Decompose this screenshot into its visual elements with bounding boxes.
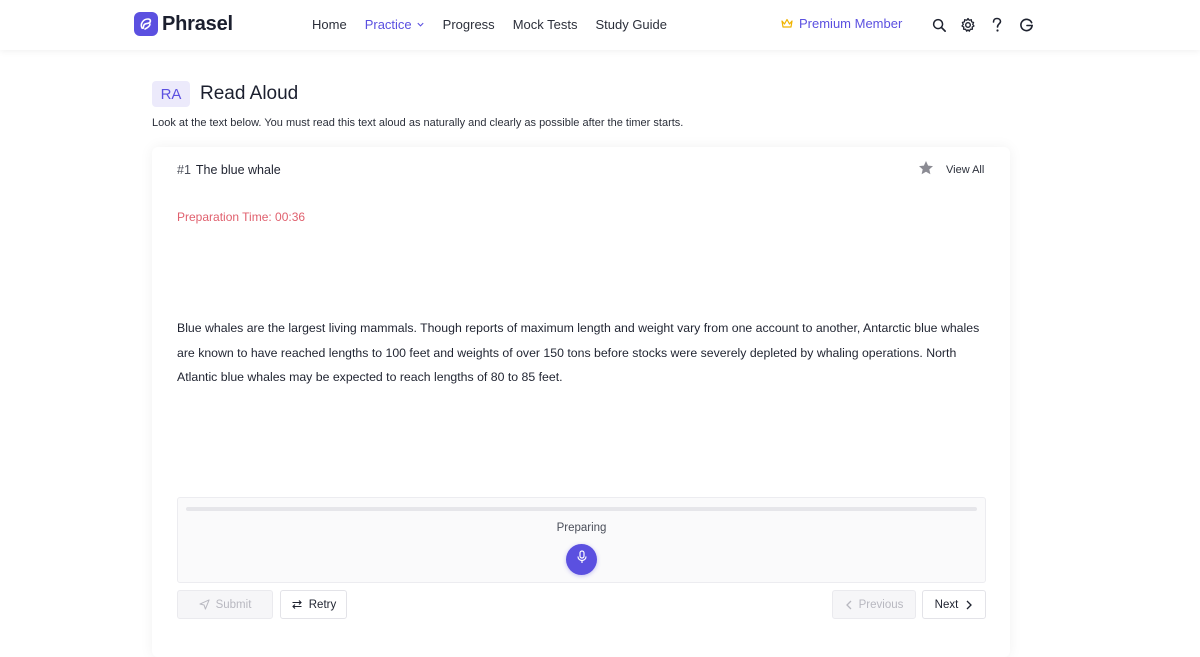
chevron-down-icon — [416, 16, 425, 34]
nav-practice[interactable]: Practice — [365, 16, 425, 34]
app-name: Phrasel — [162, 12, 233, 35]
crown-icon — [781, 18, 793, 29]
question-heading: #1 The blue whale — [177, 163, 281, 177]
question-card: #1 The blue whale View All Preparation Ti… — [152, 147, 1010, 657]
next-label: Next — [934, 598, 959, 611]
recording-progress-bar — [186, 507, 977, 511]
question-number: #1 — [177, 163, 191, 177]
nav-icons — [930, 15, 1046, 35]
view-all-link[interactable]: View All — [946, 164, 984, 176]
star-icon[interactable] — [918, 160, 934, 181]
submit-button[interactable]: Submit — [177, 590, 273, 619]
nav-practice-label: Practice — [364, 17, 412, 32]
help-icon[interactable] — [988, 15, 1006, 35]
task-type-badge: RA — [152, 81, 190, 107]
previous-button[interactable]: Previous — [832, 590, 916, 619]
recorder-panel: Preparing — [177, 497, 986, 583]
logo[interactable]: Phrasel — [134, 12, 233, 36]
send-icon — [199, 599, 210, 610]
preparation-timer: Preparation Time: 00:36 — [177, 210, 306, 224]
recorder-status: Preparing — [556, 522, 607, 534]
question-title: The blue whale — [195, 163, 281, 177]
retry-icon — [291, 599, 303, 610]
retry-label: Retry — [308, 598, 337, 611]
nav-mock-tests[interactable]: Mock Tests — [513, 16, 578, 34]
page-title: Read Aloud — [200, 83, 299, 104]
nav-progress[interactable]: Progress — [443, 16, 495, 34]
premium-member-link[interactable]: Premium Member — [781, 16, 902, 31]
top-nav: Phrasel Home Practice Progress Mock Test… — [0, 0, 1200, 50]
chevron-right-icon — [965, 600, 973, 610]
nav-home[interactable]: Home — [312, 16, 347, 34]
retry-button[interactable]: Retry — [280, 590, 347, 619]
microphone-button[interactable] — [566, 544, 597, 575]
search-icon[interactable] — [930, 15, 948, 35]
nav-links: Home Practice Progress Mock Tests Study … — [312, 16, 685, 34]
previous-label: Previous — [858, 598, 904, 611]
task-instructions: Look at the text below. You must read th… — [152, 117, 684, 129]
read-aloud-passage: Blue whales are the largest living mamma… — [177, 321, 980, 384]
gear-icon[interactable] — [959, 15, 977, 35]
microphone-icon — [576, 550, 588, 569]
logo-icon — [134, 12, 158, 36]
premium-label: Premium Member — [799, 16, 903, 31]
next-button[interactable]: Next — [922, 590, 986, 619]
chevron-left-icon — [845, 600, 853, 610]
submit-label: Submit — [215, 598, 252, 611]
account-icon[interactable] — [1017, 15, 1035, 35]
nav-study-guide[interactable]: Study Guide — [595, 16, 667, 34]
